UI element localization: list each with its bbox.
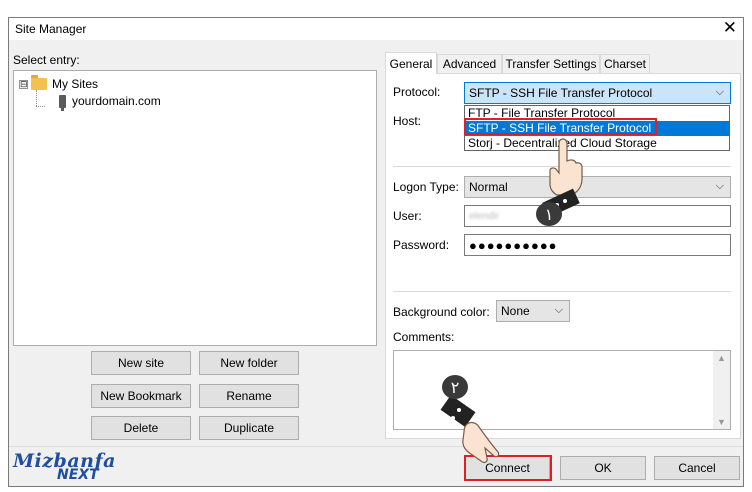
comments-scrollbar[interactable]: ▲ ▼	[713, 351, 730, 429]
bg-color-label: Background color:	[393, 305, 490, 319]
new-bookmark-button[interactable]: New Bookmark	[91, 384, 191, 408]
tab-advanced[interactable]: Advanced	[437, 54, 502, 73]
ok-button[interactable]: OK	[560, 456, 646, 480]
tree-item-label: yourdomain.com	[72, 94, 161, 108]
pointing-hand-icon	[542, 138, 583, 213]
password-label: Password:	[393, 238, 450, 252]
rename-button[interactable]: Rename	[199, 384, 299, 408]
logon-type-label: Logon Type:	[393, 180, 459, 194]
tree-item-label: My Sites	[52, 77, 99, 91]
title-bar: Site Manager ✕	[9, 18, 743, 40]
bg-color-select[interactable]: None ⌵	[496, 300, 570, 322]
mizbanfa-logo: Mizbanfa NEXT	[13, 450, 116, 483]
step-badge-1: ١	[536, 202, 562, 226]
protocol-label: Protocol:	[393, 85, 441, 99]
password-value: ●●●●●●●●●●	[469, 237, 558, 253]
site-tree[interactable]: ⊟ My Sites yourdomain.com	[13, 70, 377, 346]
scroll-down-icon[interactable]: ▼	[713, 417, 730, 427]
user-input[interactable]: elendir	[464, 205, 731, 227]
server-icon	[59, 94, 66, 111]
chevron-down-icon: ⌵	[715, 180, 724, 192]
chevron-down-icon: ⌵	[554, 304, 563, 316]
collapse-icon[interactable]: ⊟	[19, 79, 28, 89]
protocol-value: SFTP - SSH File Transfer Protocol	[469, 86, 653, 100]
logo-subtext: NEXT	[57, 467, 99, 483]
scroll-up-icon[interactable]: ▲	[713, 353, 730, 363]
select-entry-label: Select entry:	[13, 53, 80, 67]
tree-item-my-sites[interactable]: ⊟ My Sites	[19, 75, 99, 91]
cancel-button[interactable]: Cancel	[654, 456, 740, 480]
window-title: Site Manager	[15, 22, 87, 36]
tree-connector	[36, 90, 37, 106]
folder-icon	[31, 75, 47, 90]
tree-item-yourdomain[interactable]: yourdomain.com	[59, 94, 161, 111]
protocol-select[interactable]: SFTP - SSH File Transfer Protocol ⌵	[464, 82, 731, 104]
site-manager-window: Site Manager ✕ Select entry: ⊟ My Sites …	[8, 17, 744, 487]
host-label: Host:	[393, 114, 422, 128]
chevron-down-icon: ⌵	[715, 86, 724, 98]
delete-button[interactable]: Delete	[91, 416, 191, 440]
tab-general[interactable]: General	[385, 52, 437, 74]
tab-charset[interactable]: Charset	[600, 54, 650, 73]
logon-type-select[interactable]: Normal ⌵	[464, 176, 731, 198]
new-site-button[interactable]: New site	[91, 351, 191, 375]
protocol-option-storj[interactable]: Storj - Decentralized Cloud Storage	[465, 136, 729, 151]
bg-color-value: None	[501, 304, 530, 318]
close-icon[interactable]: ✕	[723, 18, 737, 38]
pointing-hand-icon	[440, 396, 500, 464]
separator	[393, 291, 731, 292]
footer-separator	[9, 446, 743, 447]
comments-label: Comments:	[393, 330, 455, 344]
password-input[interactable]: ●●●●●●●●●●	[464, 234, 731, 256]
user-label: User:	[393, 209, 422, 223]
new-folder-button[interactable]: New folder	[199, 351, 299, 375]
highlight-box	[464, 118, 657, 135]
tab-transfer-settings[interactable]: Transfer Settings	[502, 54, 600, 73]
tree-connector	[36, 106, 45, 107]
logon-type-value: Normal	[469, 180, 508, 194]
duplicate-button[interactable]: Duplicate	[199, 416, 299, 440]
step-badge-2: ٢	[442, 375, 468, 399]
user-value: elendir	[469, 210, 500, 222]
